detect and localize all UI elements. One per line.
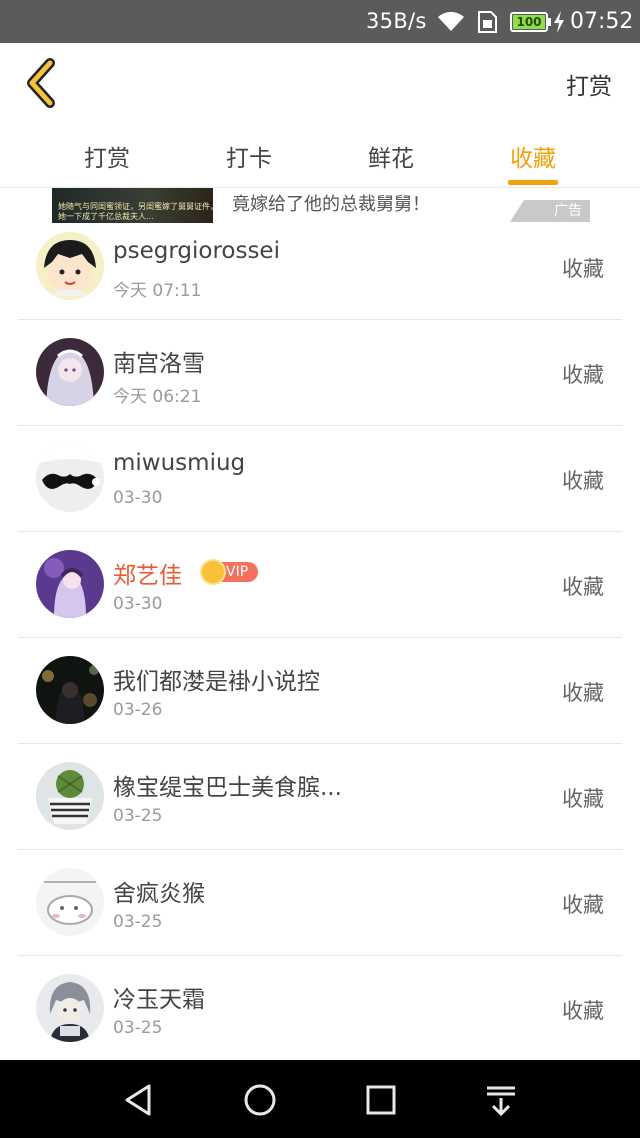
- active-tab-indicator: [508, 180, 558, 185]
- timestamp: 03-30: [113, 594, 163, 614]
- action-label: 收藏: [562, 999, 604, 1023]
- action-label: 收藏: [562, 363, 604, 387]
- system-nav-bar: [0, 1060, 640, 1138]
- recents-square-icon[interactable]: [361, 1080, 401, 1120]
- back-arrow-icon[interactable]: [20, 57, 64, 109]
- user-name: 郑艺佳: [113, 563, 182, 589]
- list-item[interactable]: miwusmiug 03-30 收藏: [18, 426, 622, 532]
- ad-text[interactable]: 竟嫁给了他的总裁舅舅！: [232, 190, 430, 216]
- timestamp: 今天 07:11: [113, 281, 202, 301]
- user-name: 舍疯炎猴: [113, 881, 205, 907]
- action-label: 收藏: [562, 257, 604, 281]
- list-item[interactable]: 郑艺佳 VIP 03-30 收藏: [18, 532, 622, 638]
- action-label: 收藏: [562, 575, 604, 599]
- back-triangle-icon[interactable]: [119, 1080, 159, 1120]
- vip-badge: VIP: [200, 559, 258, 585]
- tab-favorites[interactable]: 收藏: [473, 139, 593, 173]
- timestamp: 03-25: [113, 1018, 163, 1038]
- battery-tip: [548, 18, 551, 26]
- battery-icon: 100: [510, 12, 548, 32]
- charging-icon: [554, 11, 564, 33]
- avatar: [36, 656, 104, 724]
- status-bar: 35B/s 100 07:52: [0, 0, 640, 43]
- avatar: [36, 762, 104, 830]
- network-speed: 35B/s: [366, 9, 427, 33]
- tab-flowers[interactable]: 鲜花: [331, 139, 451, 173]
- user-name: psegrgiorossei: [113, 238, 280, 264]
- list-item[interactable]: 舍疯炎猴 03-25 收藏: [18, 850, 622, 956]
- timestamp: 今天 06:21: [113, 387, 202, 407]
- avatar: [36, 232, 104, 300]
- action-label: 收藏: [562, 787, 604, 811]
- list-item[interactable]: 橡宝缇宝巴士美食膑... 03-25 收藏: [18, 744, 622, 850]
- list-item[interactable]: 南宫洛雪 今天 06:21 收藏: [18, 320, 622, 426]
- clock: 07:52: [570, 9, 634, 34]
- sim-card-icon: [478, 11, 497, 33]
- user-name: 南宫洛雪: [113, 351, 205, 377]
- timestamp: 03-26: [113, 700, 163, 720]
- notification-pulldown-icon[interactable]: [481, 1080, 521, 1120]
- list-item[interactable]: psegrgiorossei 今天 07:11 收藏: [18, 214, 622, 320]
- user-name: 我们都漤是褂小说控: [113, 669, 320, 695]
- user-name: 冷玉天霜: [113, 987, 205, 1013]
- action-label: 收藏: [562, 893, 604, 917]
- reward-button[interactable]: 打赏: [566, 67, 612, 101]
- avatar: [36, 550, 104, 618]
- crown-icon: [200, 559, 226, 585]
- home-circle-icon[interactable]: [240, 1080, 280, 1120]
- timestamp: 03-25: [113, 912, 163, 932]
- list-item[interactable]: 我们都漤是褂小说控 03-26 收藏: [18, 638, 622, 744]
- avatar: [36, 868, 104, 936]
- tab-bar: 打赏 打卡 鲜花 收藏: [0, 133, 640, 187]
- tab-reward[interactable]: 打赏: [47, 139, 167, 173]
- tab-checkin[interactable]: 打卡: [189, 139, 309, 173]
- action-label: 收藏: [562, 681, 604, 705]
- user-name: 橡宝缇宝巴士美食膑...: [113, 775, 342, 801]
- avatar: [36, 338, 104, 406]
- action-label: 收藏: [562, 469, 604, 493]
- avatar: [36, 974, 104, 1042]
- list-item[interactable]: 冷玉天霜 03-25 收藏: [18, 956, 622, 1062]
- timestamp: 03-30: [113, 488, 163, 508]
- user-name: miwusmiug: [113, 450, 246, 476]
- favorites-list: psegrgiorossei 今天 07:11 收藏 南宫洛雪 今天 06:21…: [0, 214, 640, 1062]
- wifi-icon: [438, 11, 464, 31]
- timestamp: 03-25: [113, 806, 163, 826]
- avatar: [36, 444, 104, 512]
- header: 打赏 打赏 打卡 鲜花 收藏: [0, 43, 640, 188]
- battery-level: 100: [513, 15, 545, 29]
